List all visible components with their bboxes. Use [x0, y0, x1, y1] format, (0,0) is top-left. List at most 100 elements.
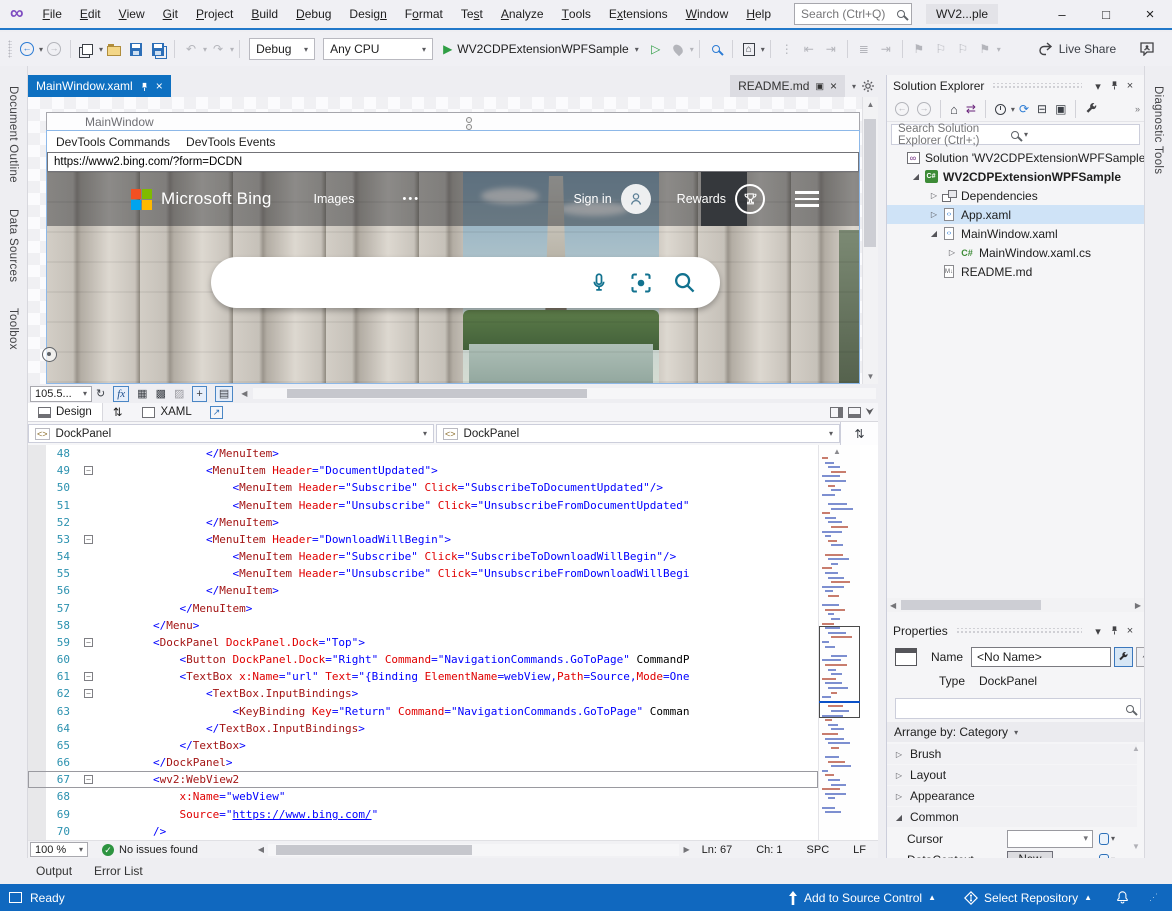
expand-arrow-icon[interactable]: ▷: [927, 210, 941, 219]
arrange-by-selector[interactable]: Arrange by: Category▾: [887, 722, 1144, 742]
collapse-region-icon[interactable]: –: [84, 466, 93, 475]
new-button[interactable]: New: [1007, 851, 1053, 858]
design-window[interactable]: MainWindow DevTools Commands DevTools Ev…: [46, 112, 860, 384]
code-line-63[interactable]: 63 <KeyBinding Key="Return" Command="Nav…: [28, 703, 818, 720]
hot-reload-icon[interactable]: [668, 37, 688, 61]
pin-icon[interactable]: [140, 82, 149, 91]
collapse-arrow-icon[interactable]: ◢: [909, 172, 923, 181]
menu-tools[interactable]: Tools: [553, 0, 600, 28]
solution-explorer-header[interactable]: Solution Explorer ▾ ×: [887, 75, 1144, 97]
hot-reload-dropdown[interactable]: ▾: [690, 45, 694, 54]
redo-dropdown[interactable]: ▾: [230, 45, 234, 54]
code-line-48[interactable]: 48 </MenuItem>: [28, 445, 818, 462]
properties-wrench-icon[interactable]: [1085, 103, 1098, 116]
next-bookmark-icon[interactable]: ⚐: [953, 37, 973, 61]
bookmarks-dropdown[interactable]: ▾: [997, 45, 1001, 54]
issues-status[interactable]: No issues found: [119, 844, 198, 856]
collapse-pane-icon[interactable]: ⮟: [866, 407, 875, 418]
sidebar-tab-diagnostic-tools[interactable]: Diagnostic Tools: [1145, 80, 1171, 180]
increase-indent-icon[interactable]: ⇥: [876, 37, 896, 61]
designer-zoom-adorner[interactable]: [42, 347, 57, 362]
editor-zoom-dropdown[interactable]: 100 %▾: [30, 842, 88, 857]
code-line-51[interactable]: 51 <MenuItem Header="Unsubscribe" Click=…: [28, 497, 818, 514]
back-icon[interactable]: ←: [895, 102, 909, 116]
new-project-dropdown[interactable]: ▾: [99, 45, 103, 54]
navigate-back-button[interactable]: ←: [17, 37, 37, 61]
collapse-region-icon[interactable]: –: [84, 638, 93, 647]
more-menu[interactable]: •••: [403, 193, 421, 205]
solution-configuration-dropdown[interactable]: Debug▾: [249, 38, 315, 60]
decrease-indent-icon[interactable]: ≣: [854, 37, 874, 61]
menu-git[interactable]: Git: [154, 0, 187, 28]
menu-analyze[interactable]: Analyze: [492, 0, 553, 28]
home-icon[interactable]: ⌂: [950, 102, 958, 117]
menu-file[interactable]: File: [34, 0, 71, 28]
quick-search-box[interactable]: Search (Ctrl+Q): [794, 3, 912, 25]
sidebar-tab-document-outline[interactable]: Document Outline: [0, 80, 26, 189]
move-line-icon[interactable]: ⇤: [799, 37, 819, 61]
collapse-region-icon[interactable]: –: [84, 672, 93, 681]
menu-test[interactable]: Test: [452, 0, 492, 28]
menu-devtools-events[interactable]: DevTools Events: [186, 135, 275, 149]
scroll-up-icon[interactable]: ▲: [1132, 744, 1140, 753]
redo-button[interactable]: ↷: [208, 37, 228, 61]
undo-dropdown[interactable]: ▾: [203, 45, 207, 54]
collapse-arrow-icon[interactable]: ◢: [927, 229, 941, 238]
close-icon[interactable]: ×: [1122, 625, 1138, 637]
vertical-split-icon[interactable]: [830, 407, 843, 418]
pending-changes-filter-icon[interactable]: [995, 104, 1006, 115]
search-options-dropdown[interactable]: ▾: [1024, 130, 1133, 139]
live-share-button[interactable]: Live Share: [1038, 37, 1116, 61]
property-group-common[interactable]: ◢Common: [887, 807, 1137, 827]
events-bolt-button[interactable]: [1136, 647, 1144, 667]
panel-tab-error-list[interactable]: Error List: [94, 864, 143, 878]
filter-dropdown[interactable]: ▾: [1011, 105, 1015, 114]
keep-open-icon[interactable]: ▣: [815, 81, 824, 92]
collapse-all-icon[interactable]: ⊟: [1037, 102, 1047, 116]
solution-search-box[interactable]: Search Solution Explorer (Ctrl+;) ▾: [891, 124, 1140, 145]
bing-search-box[interactable]: [211, 257, 720, 308]
code-line-54[interactable]: 54 <MenuItem Header="Subscribe" Click="S…: [28, 548, 818, 565]
code-line-52[interactable]: 52 </MenuItem>: [28, 514, 818, 531]
breadcrumb-right-dropdown[interactable]: <> DockPanel▾: [436, 424, 840, 443]
popout-xaml-icon[interactable]: ↗: [206, 403, 228, 421]
rewards-trophy-icon[interactable]: [735, 184, 765, 214]
menu-extensions[interactable]: Extensions: [600, 0, 677, 28]
minimap-viewport[interactable]: [819, 626, 860, 718]
tree-item-solution-wv2cdpextensionwpfsample[interactable]: ∞Solution 'WV2CDPExtensionWPFSample': [887, 148, 1144, 167]
menu-view[interactable]: View: [110, 0, 154, 28]
tree-item-mainwindow-xaml[interactable]: ◢MainWindow.xaml: [887, 224, 1144, 243]
bookmark-icon[interactable]: ⚑: [909, 37, 929, 61]
solution-platform-dropdown[interactable]: Any CPU▾: [323, 38, 433, 60]
notifications-bell-icon[interactable]: [1116, 890, 1129, 905]
tree-item-dependencies[interactable]: ▷Dependencies: [887, 186, 1144, 205]
new-project-icon[interactable]: [77, 37, 97, 61]
voice-search-icon[interactable]: [589, 272, 609, 294]
refresh-designer-icon[interactable]: ↻: [96, 387, 105, 400]
find-in-files-icon[interactable]: [706, 37, 726, 61]
tree-item-app-xaml[interactable]: ▷App.xaml: [887, 205, 1144, 224]
expand-arrow-icon[interactable]: ▷: [894, 792, 904, 801]
collapse-arrow-icon[interactable]: ◢: [894, 813, 904, 822]
fold-margin[interactable]: –: [84, 638, 100, 647]
property-group-appearance[interactable]: ▷Appearance: [887, 786, 1137, 806]
property-marker-icon[interactable]: ▾: [1099, 854, 1115, 859]
xaml-code-editor[interactable]: 48 </MenuItem>49– <MenuItem Header="Docu…: [28, 445, 878, 840]
select-repository-button[interactable]: Select Repository ▲: [964, 891, 1092, 905]
code-line-66[interactable]: 66 </DockPanel>: [28, 754, 818, 771]
properties-header[interactable]: Properties ▾ ×: [887, 620, 1144, 642]
tab-readme-md[interactable]: README.md ▣ ×: [730, 75, 845, 97]
avatar[interactable]: [621, 184, 651, 214]
code-line-56[interactable]: 56 </MenuItem>: [28, 582, 818, 599]
snapping-icon[interactable]: ▨: [174, 387, 184, 400]
close-tab-icon[interactable]: ×: [830, 79, 837, 93]
hamburger-menu-icon[interactable]: [795, 187, 819, 211]
effects-toggle-button[interactable]: fx: [113, 386, 129, 402]
scroll-left-icon[interactable]: ◀: [258, 845, 264, 854]
scroll-down-icon[interactable]: ▼: [1132, 842, 1140, 851]
code-line-64[interactable]: 64 </TextBox.InputBindings>: [28, 720, 818, 737]
fold-margin[interactable]: –: [84, 672, 100, 681]
clear-bookmarks-icon[interactable]: ⚑: [975, 37, 995, 61]
code-line-62[interactable]: 62– <TextBox.InputBindings>: [28, 685, 818, 702]
background-tasks-icon[interactable]: [9, 892, 22, 903]
